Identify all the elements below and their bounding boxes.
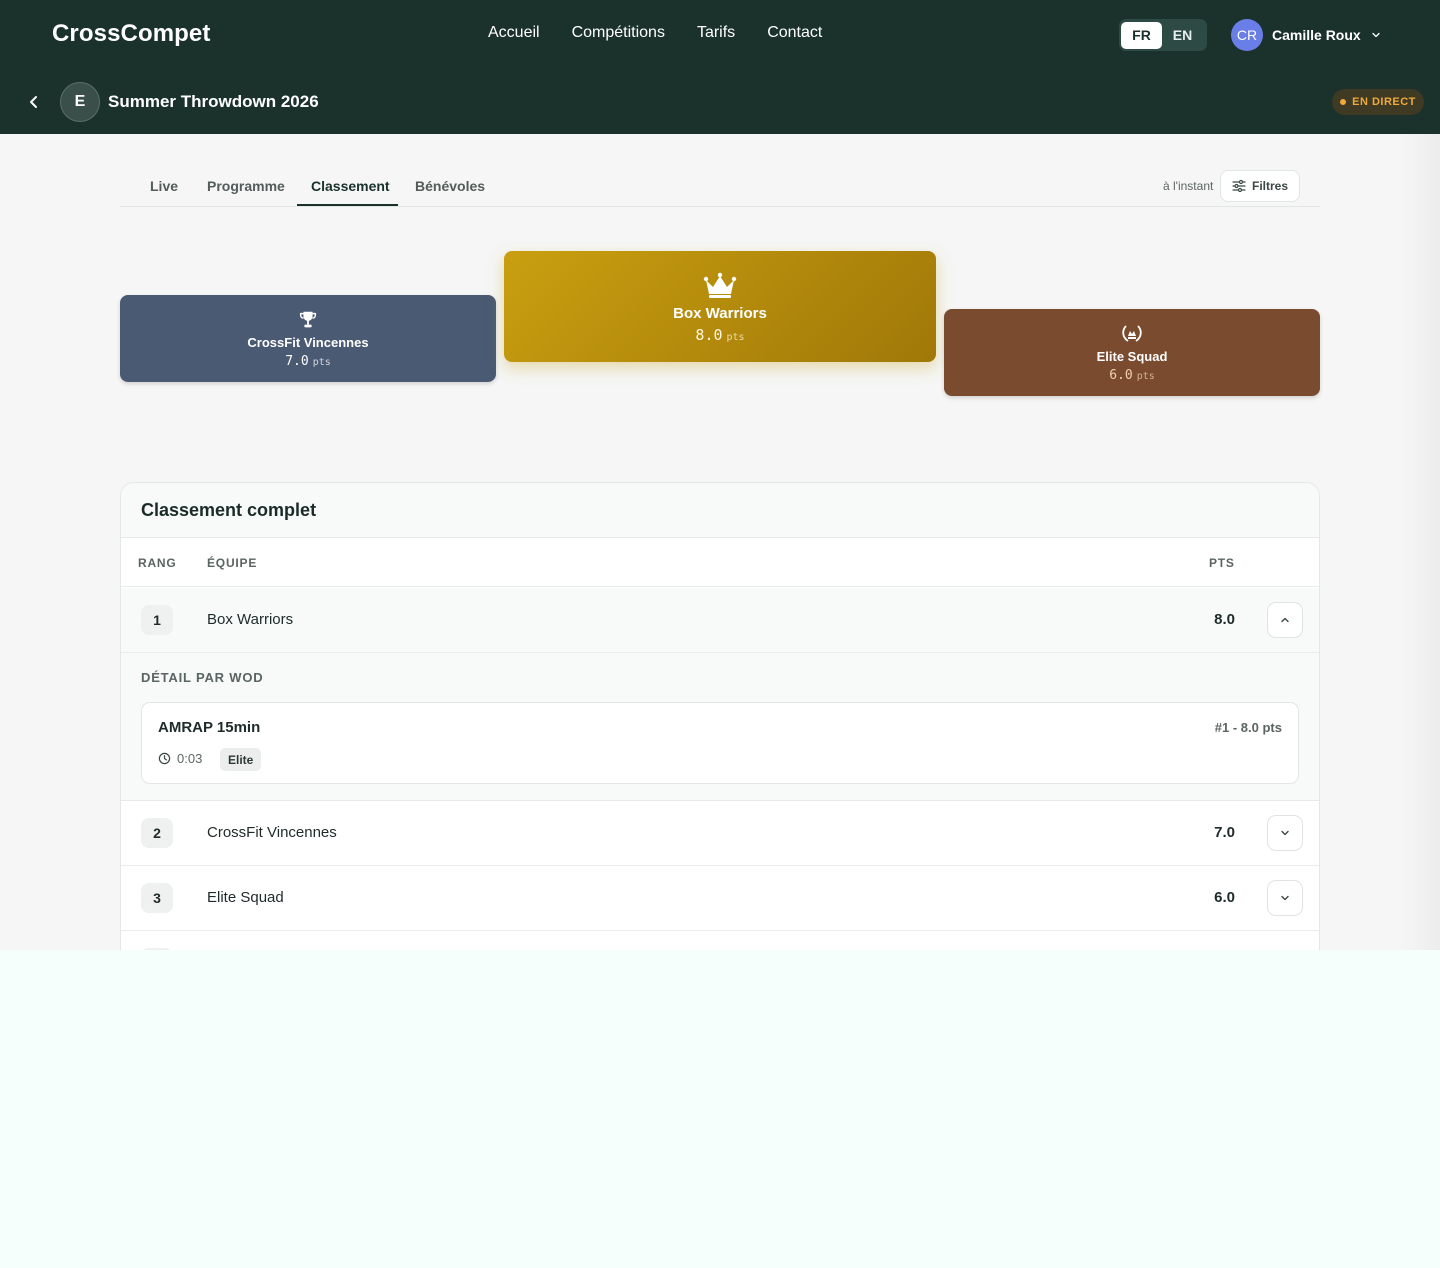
podium-second-value: 7.0	[285, 354, 309, 369]
division-tag: Elite	[220, 748, 262, 771]
podium-first: Box Warriors 8.0 pts	[504, 251, 936, 362]
podium-second-unit: pts	[312, 357, 331, 368]
collapse-row-button[interactable]	[1267, 602, 1303, 638]
podium-second: CrossFit Vincennes 7.0 pts	[120, 295, 496, 382]
brand-logo[interactable]: CrossCompet	[52, 20, 210, 48]
page-bottom-blank	[0, 950, 1440, 1268]
column-points: PTS	[1209, 556, 1235, 570]
wod-time: 0:03	[158, 751, 202, 766]
podium-second-points: 7.0 pts	[285, 354, 331, 369]
expand-row-button[interactable]	[1267, 815, 1303, 851]
table-row[interactable]: 3 Elite Squad 6.0	[121, 866, 1319, 931]
active-tab-indicator	[297, 204, 398, 206]
user-menu[interactable]: CR Camille Roux	[1231, 19, 1382, 51]
filters-button[interactable]: Filtres	[1220, 170, 1300, 202]
filters-label: Filtres	[1251, 179, 1288, 193]
event-header: E Summer Throwdown 2026 EN DIRECT	[0, 70, 1440, 134]
ranking-card-header: Classement complet	[121, 483, 1319, 538]
event-tabs: Live Programme Classement Bénévoles à l'…	[120, 160, 1320, 207]
chevron-down-icon	[1281, 830, 1289, 836]
podium-third-team: Elite Squad	[1096, 349, 1168, 364]
crown-icon	[703, 272, 737, 298]
tab-benevoles[interactable]: Bénévoles	[415, 178, 485, 194]
nav-link-accueil[interactable]: Accueil	[488, 24, 540, 42]
podium-third-unit: pts	[1136, 371, 1155, 382]
podium-second-team: CrossFit Vincennes	[247, 335, 369, 350]
rank-badge: 1	[141, 605, 173, 635]
team-points: 8.0	[1214, 611, 1235, 628]
laurel-icon	[1122, 325, 1142, 342]
column-rank: RANG	[138, 556, 177, 570]
podium-first-unit: pts	[726, 332, 745, 343]
back-arrow-icon[interactable]	[24, 92, 44, 112]
wod-time-value: 0:03	[177, 751, 203, 766]
wod-result: #1 - 8.0 pts	[1214, 720, 1282, 735]
podium-third-points: 6.0 pts	[1109, 368, 1155, 383]
event-title: Summer Throwdown 2026	[108, 92, 319, 111]
podium-third: Elite Squad 6.0 pts	[944, 309, 1320, 396]
live-dot-icon	[1340, 99, 1347, 105]
wod-detail-label: DÉTAIL PAR WOD	[141, 670, 264, 685]
chevron-down-icon	[1281, 895, 1289, 901]
trophy-icon	[299, 311, 317, 328]
podium-first-team: Box Warriors	[673, 305, 767, 322]
table-row[interactable]: 2 CrossFit Vincennes 7.0	[121, 801, 1319, 866]
live-status-badge: EN DIRECT	[1332, 89, 1424, 115]
last-updated: à l'instant	[1163, 179, 1214, 193]
team-name: Elite Squad	[207, 889, 284, 906]
nav-link-competitions[interactable]: Compétitions	[572, 24, 665, 42]
wod-card: AMRAP 15min #1 - 8.0 pts 0:03 Elite	[141, 702, 1299, 784]
team-name: CrossFit Vincennes	[207, 824, 337, 841]
lang-option-fr[interactable]: FR	[1121, 21, 1162, 49]
ranking-title: Classement complet	[141, 500, 317, 520]
ranking-table-header: RANG ÉQUIPE PTS	[121, 538, 1319, 587]
chevron-down-icon	[1372, 32, 1380, 38]
rank-badge: 3	[141, 883, 173, 913]
clock-icon	[158, 752, 171, 765]
podium-first-value: 8.0	[695, 326, 723, 344]
wod-name: AMRAP 15min	[158, 719, 261, 736]
team-points: 7.0	[1214, 824, 1235, 841]
tab-programme[interactable]: Programme	[207, 178, 285, 194]
rank-badge: 2	[141, 818, 173, 848]
tab-live[interactable]: Live	[150, 178, 178, 194]
chevron-up-icon	[1281, 617, 1289, 623]
user-name: Camille Roux	[1272, 27, 1361, 43]
live-status-label: EN DIRECT	[1352, 96, 1416, 108]
ranking-card: Classement complet RANG ÉQUIPE PTS 1 Box…	[120, 482, 1320, 982]
wod-detail-panel: DÉTAIL PAR WOD AMRAP 15min #1 - 8.0 pts …	[121, 653, 1319, 801]
team-name: Box Warriors	[207, 611, 294, 628]
top-navbar: CrossCompet Accueil Compétitions Tarifs …	[0, 0, 1440, 70]
tab-classement[interactable]: Classement	[311, 178, 390, 194]
podium-first-points: 8.0 pts	[695, 326, 744, 344]
table-row[interactable]: 1 Box Warriors 8.0	[121, 588, 1319, 653]
lang-option-en[interactable]: EN	[1162, 22, 1203, 49]
nav-link-contact[interactable]: Contact	[767, 24, 822, 42]
language-switch: FR EN	[1119, 19, 1207, 51]
main-nav: Accueil Compétitions Tarifs Contact	[488, 24, 822, 42]
team-points: 6.0	[1214, 889, 1235, 906]
sliders-icon	[1232, 179, 1246, 193]
nav-link-tarifs[interactable]: Tarifs	[697, 24, 735, 42]
avatar: CR	[1231, 19, 1263, 51]
podium-third-value: 6.0	[1109, 368, 1133, 383]
expand-row-button[interactable]	[1267, 880, 1303, 916]
column-team: ÉQUIPE	[207, 556, 258, 570]
event-avatar: E	[60, 82, 100, 122]
